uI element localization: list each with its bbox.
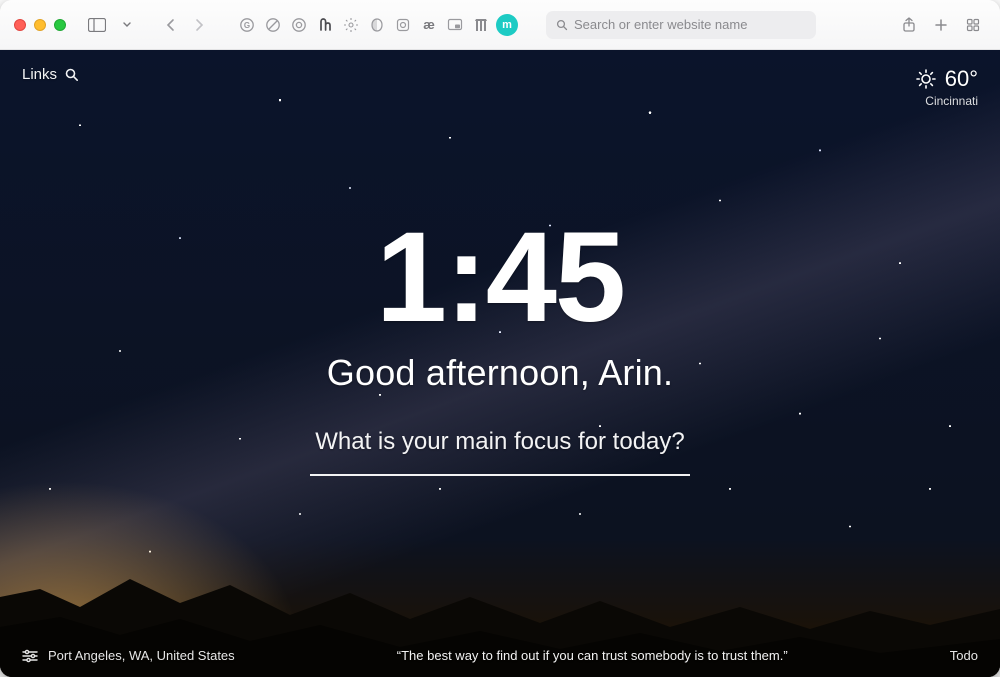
photo-location-text: Port Angeles, WA, United States [48, 648, 235, 663]
extension-icon[interactable] [340, 14, 362, 36]
weather-temp: 60° [945, 66, 978, 92]
extension-icon[interactable] [470, 14, 492, 36]
links-label: Links [22, 66, 57, 83]
weather-widget[interactable]: 60° Cincinnati [915, 66, 978, 108]
daily-quote[interactable]: “The best way to find out if you can tru… [235, 648, 950, 663]
extension-icon[interactable] [366, 14, 388, 36]
extension-icon[interactable]: G [236, 14, 258, 36]
extension-icon[interactable] [288, 14, 310, 36]
focus-input[interactable] [310, 474, 690, 476]
clock-time: 1:45 [0, 214, 1000, 342]
greeting-text: Good afternoon, Arin. [0, 352, 1000, 394]
window-close-button[interactable] [14, 19, 26, 31]
new-tab-dashboard: Links 60° Cincinnati 1:45 Good afternoon… [0, 50, 1000, 677]
focus-prompt: What is your main focus for today? [0, 428, 1000, 456]
links-button[interactable]: Links [22, 66, 79, 83]
weather-city: Cincinnati [915, 94, 978, 108]
nav-forward-button[interactable] [186, 13, 212, 37]
sidebar-menu-chevron-icon[interactable] [120, 13, 134, 37]
window-zoom-button[interactable] [54, 19, 66, 31]
window-minimize-button[interactable] [34, 19, 46, 31]
share-button[interactable] [896, 13, 922, 37]
browser-toolbar: G æ m Search or enter website name [0, 0, 1000, 50]
svg-text:G: G [244, 21, 250, 30]
new-tab-button[interactable] [928, 13, 954, 37]
search-icon [65, 68, 79, 82]
todo-button[interactable]: Todo [950, 648, 978, 663]
sidebar-toggle-button[interactable] [84, 13, 110, 37]
sun-icon [915, 68, 937, 90]
extension-icon[interactable] [262, 14, 284, 36]
search-icon [556, 19, 568, 31]
extension-icon[interactable] [392, 14, 414, 36]
window-controls [14, 19, 66, 31]
address-placeholder: Search or enter website name [574, 17, 747, 32]
settings-sliders-icon[interactable] [22, 649, 38, 663]
browser-window: G æ m Search or enter website name [0, 0, 1000, 677]
extension-momentum-icon[interactable]: m [496, 14, 518, 36]
extensions-row: G æ m [236, 14, 518, 36]
tab-overview-button[interactable] [960, 13, 986, 37]
extension-icon[interactable]: æ [418, 14, 440, 36]
photo-location[interactable]: Port Angeles, WA, United States [22, 648, 235, 663]
nav-back-button[interactable] [158, 13, 184, 37]
address-bar[interactable]: Search or enter website name [546, 11, 816, 39]
extension-honey-icon[interactable] [314, 14, 336, 36]
extension-pip-icon[interactable] [444, 14, 466, 36]
